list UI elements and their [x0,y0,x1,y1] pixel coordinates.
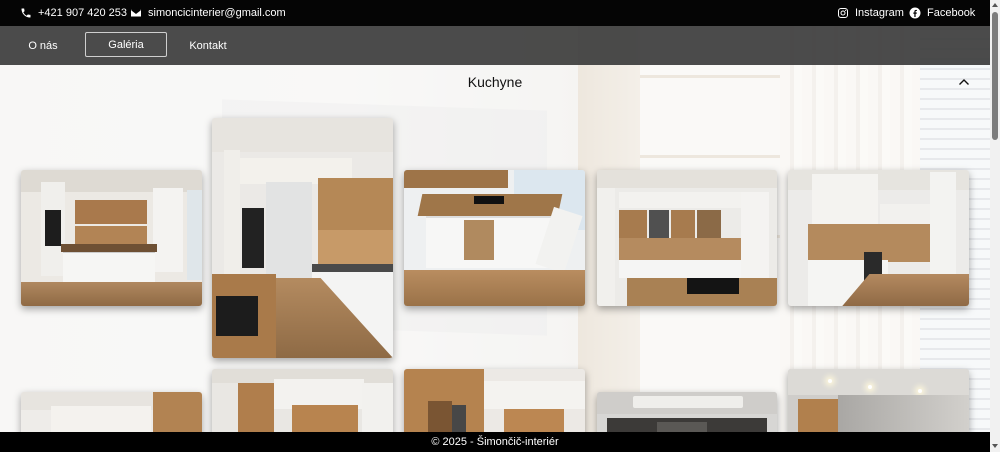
phone-icon [21,8,31,18]
gallery-image[interactable] [212,118,393,358]
nav-item-contact[interactable]: Kontakt [182,26,234,65]
chevron-up-icon[interactable] [958,77,970,87]
footer: © 2025 - Šimončič-interiér [0,432,990,452]
scroll-up-arrow-icon[interactable] [992,3,998,7]
instagram-icon [838,8,848,18]
facebook-label: Facebook [927,7,976,19]
gallery-image[interactable] [597,170,777,306]
gallery-image[interactable] [404,170,585,306]
phone-number: +421 907 420 253 [38,7,128,19]
email-link[interactable]: simoncicinterier@gmail.com [130,0,286,26]
gallery-image[interactable] [788,170,969,306]
contact-bar: +421 907 420 253 simoncicinterier@gmail.… [0,0,990,26]
main-navigation: O nás Galéria Kontakt [0,26,990,65]
nav-item-about[interactable]: O nás [18,26,68,65]
email-address: simoncicinterier@gmail.com [148,7,286,19]
gallery-section-header[interactable]: Kuchyne [0,65,990,99]
section-title: Kuchyne [467,74,523,90]
facebook-link[interactable]: Facebook [909,0,975,26]
scroll-down-arrow-icon[interactable] [992,444,998,448]
envelope-icon [131,9,141,17]
instagram-link[interactable]: Instagram [837,0,904,26]
phone-link[interactable]: +421 907 420 253 [20,0,127,26]
page-scrollbar[interactable] [990,0,1000,452]
nav-item-gallery[interactable]: Galéria [85,32,167,57]
facebook-icon [909,7,921,19]
gallery-image[interactable] [21,170,202,306]
scrollbar-thumb[interactable] [992,12,998,140]
copyright-text: © 2025 - Šimončič-interiér [431,436,559,448]
instagram-label: Instagram [855,7,904,19]
